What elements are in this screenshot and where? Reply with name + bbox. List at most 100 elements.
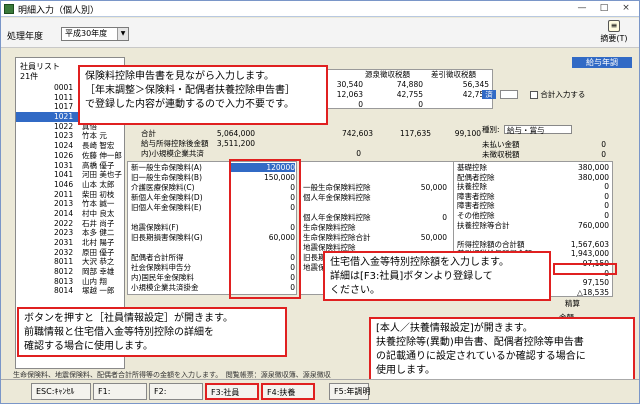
employee-code: 1023 — [54, 131, 74, 141]
employee-code: 8012 — [54, 267, 74, 277]
callout-dependents-line1: [本人／扶養情報設定]が開きます。 — [376, 323, 533, 334]
shokibo-label: 内)小規模企業共済 — [141, 149, 204, 158]
employee-row[interactable]: 2032 原田 優子 — [16, 248, 124, 258]
right-deduction-value: △18,535 — [576, 287, 609, 297]
employee-code: 2011 — [54, 189, 74, 199]
minimize-button[interactable]: — — [571, 2, 593, 15]
year-select[interactable]: 平成30年度 ▼ — [61, 27, 129, 41]
insurance-label: 配偶者合計所得 — [131, 253, 184, 262]
close-button[interactable]: × — [615, 2, 637, 15]
top-table-row: 00 — [305, 100, 493, 109]
insurance-label — [131, 243, 223, 252]
document-icon: ≡ — [608, 20, 620, 32]
employee-name: 佐藤 伸一郎 — [82, 150, 122, 160]
employee-code: 8011 — [54, 257, 74, 267]
maximize-button[interactable]: □ — [593, 2, 615, 15]
insurance-label: 小規模企業共済掛金 — [131, 283, 199, 292]
right-deduction-value: 380,000 — [577, 172, 609, 182]
callout-insurance-line1: 保険料控除申告書を見ながら入力します。 — [85, 71, 274, 82]
employee-row[interactable]: 2022 石井 尚子 — [16, 219, 124, 229]
employee-row[interactable]: 1041 河田 美也子 — [16, 170, 124, 180]
title-bar: 明細入力（個人別） — □ × — [1, 1, 639, 17]
f5-nencho-button[interactable]: F5:年調明 — [329, 383, 370, 400]
f1-button[interactable]: F1: — [93, 383, 147, 400]
employee-row[interactable]: 8012 岡部 幸雄 — [16, 267, 124, 277]
employee-row[interactable]: 8014 塚越 一郎 — [16, 286, 124, 296]
totals-value-4: 99,100 — [454, 129, 481, 138]
summary-button[interactable]: ≡ 摘要(T) — [595, 20, 633, 46]
employee-code: 1046 — [54, 179, 74, 189]
f3-employee-button[interactable]: F3:社員 — [205, 383, 259, 400]
f4-dependents-button[interactable]: F4:扶養 — [261, 383, 315, 400]
employee-row[interactable]: 1024 長崎 智宏 — [16, 141, 124, 151]
housing-highlight — [553, 263, 617, 275]
callout-employee-line3: 確認する場合に使用します。 — [24, 341, 153, 352]
type-select[interactable]: 給与・賞与 — [504, 125, 572, 135]
employee-row[interactable]: 2014 村中 良太 — [16, 209, 124, 219]
employee-code: 2023 — [54, 228, 74, 238]
employee-name: 竹本 誠一 — [82, 199, 115, 209]
employee-row[interactable]: 8011 大沢 恭之 — [16, 257, 124, 267]
right-deduction-row: 障害者控除 0 — [457, 192, 611, 201]
employee-name: 山内 翔 — [82, 276, 107, 286]
employee-code: 1031 — [54, 160, 74, 170]
tax-checkbox-label: 合計入力する — [540, 90, 586, 99]
right-deduction-value — [551, 230, 609, 239]
employee-row[interactable]: 1046 山本 太郎 — [16, 180, 124, 190]
callout-employee-line2: 前職情報と住宅借入金等特別控除の詳細を — [24, 327, 214, 338]
employee-row[interactable]: 1026 佐藤 伸一郎 — [16, 151, 124, 161]
window-title: 明細入力（個人別） — [18, 6, 100, 16]
employee-code: 1041 — [54, 170, 74, 180]
top-table-cell: 56,345 — [462, 80, 489, 89]
totals-value-1: 5,064,000 — [216, 129, 255, 138]
top-table-cell: 42,755 — [396, 90, 423, 99]
deduction-row — [303, 163, 449, 172]
tax-total-checkbox[interactable] — [530, 91, 538, 99]
callout-employee: ボタンを押すと［社員情報設定］が開きます。 前職情報と住宅借入金等特別控除の詳細… — [17, 307, 287, 357]
type-label: 種別: — [482, 125, 500, 134]
right-deduction-value: 97,150 — [582, 278, 609, 288]
totals-value-3: 117,635 — [399, 129, 431, 138]
employee-row[interactable]: 2011 柴田 初枝 — [16, 190, 124, 200]
main-window: 明細入力（個人別） — □ × 処理年度 平成30年度 ▼ ≡ 摘要(T) 社員… — [0, 0, 640, 404]
f2-button[interactable]: F2: — [149, 383, 203, 400]
employee-row[interactable]: 1023 竹本 元 — [16, 131, 124, 141]
employee-row[interactable]: 2013 竹本 誠一 — [16, 199, 124, 209]
employee-name: 本多 健二 — [82, 228, 115, 238]
callout-insurance-line3: で登録した内容が連動するので入力不要です。 — [85, 99, 294, 110]
sumi-field[interactable] — [500, 90, 518, 99]
callout-insurance: 保険料控除申告書を見ながら入力します。 ［年末調整＞保険料・配偶者扶養控除申告書… — [78, 65, 328, 125]
uncollected-label: 未徴収税額 — [482, 150, 520, 159]
seisan-label: 精算 — [565, 299, 580, 308]
employee-row[interactable]: 2031 北村 陽子 — [16, 238, 124, 248]
right-deduction-value: 0 — [604, 201, 609, 211]
header-diff-tax: 差引徴収税額 — [431, 70, 476, 79]
employee-code: 2032 — [54, 247, 74, 257]
deduction-label — [303, 163, 397, 172]
employee-row[interactable]: 1031 高橋 優子 — [16, 161, 124, 171]
sumi-badge: 済 — [482, 90, 496, 99]
employee-row[interactable]: 2023 本多 健二 — [16, 228, 124, 238]
right-deduction-value: 0 — [604, 211, 609, 220]
right-deduction-value: 760,000 — [577, 220, 609, 230]
tab-nencho[interactable]: 給与年調 — [572, 57, 632, 68]
kyuyo-label: 給与所得控除後金額 — [141, 139, 209, 148]
insurance-label: 新個人年金保険料(D) — [131, 193, 203, 202]
right-deduction-row: 所得控除額の合計額 1,567,603 — [457, 240, 611, 249]
top-table-cell: 74,880 — [396, 80, 423, 89]
insurance-label — [131, 213, 223, 222]
right-deduction-label: その他控除 — [457, 211, 495, 220]
callout-insurance-line2: ［年末調整＞保険料・配偶者扶養控除申告書］ — [85, 85, 295, 96]
top-table-cell — [431, 100, 489, 109]
chevron-down-icon[interactable]: ▼ — [117, 28, 128, 40]
esc-cancel-button[interactable]: ESC:ｷｬﾝｾﾙ — [31, 383, 91, 400]
employee-code: 2022 — [54, 218, 74, 228]
deduction-value — [399, 223, 447, 232]
totals-value-2: 742,603 — [341, 129, 373, 138]
employee-row[interactable]: 8013 山内 翔 — [16, 277, 124, 287]
employee-code: 2014 — [54, 208, 74, 218]
right-deduction-label: 障害者控除 — [457, 191, 495, 201]
callout-housing: 住宅借入金等特別控除額を入力します。 詳細は[F3:社員]ボタンより登録して く… — [323, 251, 551, 301]
callout-housing-line3: ください。 — [330, 285, 380, 296]
insurance-label: 内)国民年金保険料 — [131, 273, 194, 282]
